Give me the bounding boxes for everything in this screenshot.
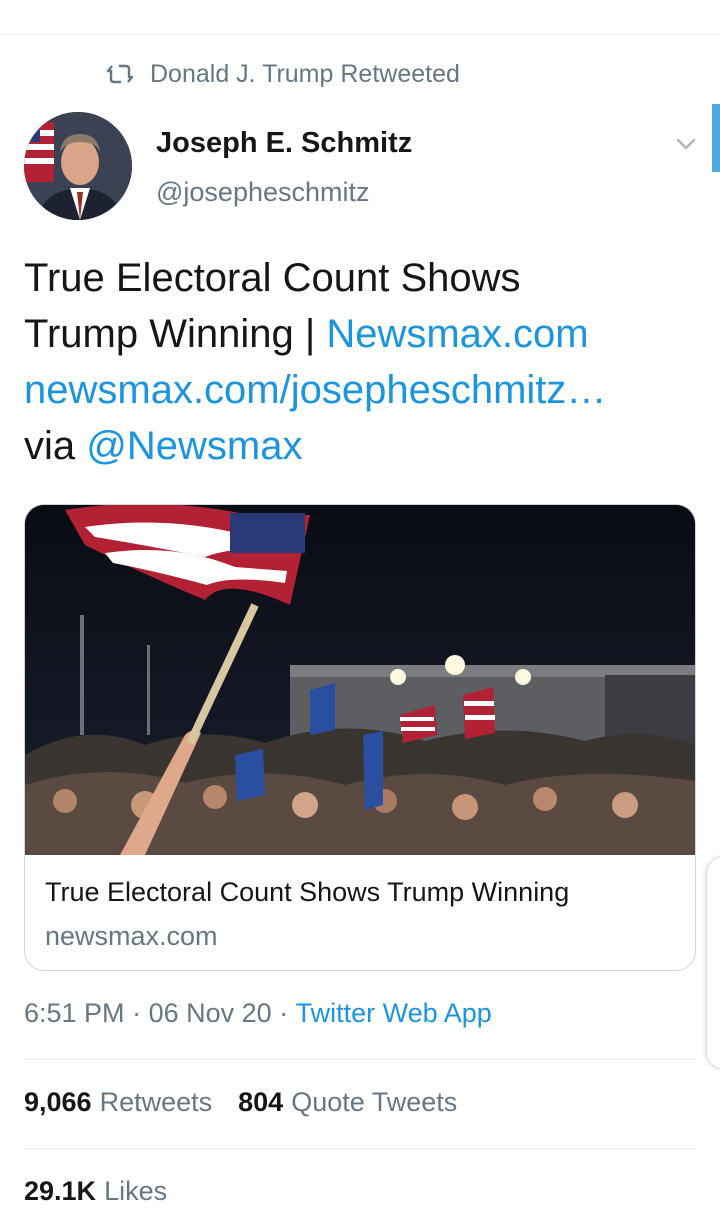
via-text: via	[24, 424, 87, 468]
likes-count: 29.1K	[24, 1176, 97, 1206]
card-domain: newsmax.com	[45, 921, 218, 951]
newsmax-mention-link[interactable]: @Newsmax	[86, 424, 302, 468]
tweet-line-2: Trump Winning | Newsmax.com	[24, 306, 694, 362]
card-image	[25, 505, 695, 855]
meta-separator: ·	[124, 998, 149, 1028]
tweet-stats: 9,066 Retweets 804 Quote Tweets	[24, 1087, 483, 1118]
side-pull-tab[interactable]	[706, 856, 720, 1070]
author-avatar[interactable]	[24, 112, 132, 220]
tweet-source-link[interactable]: Twitter Web App	[296, 998, 492, 1029]
card-title: True Electoral Count Shows Trump Winning	[45, 877, 570, 907]
link-preview-card[interactable]: True Electoral Count Shows Trump Winning…	[24, 504, 696, 971]
retweet-banner[interactable]: Donald J. Trump Retweeted	[106, 58, 460, 90]
retweet-banner-text: Donald J. Trump Retweeted	[150, 59, 460, 88]
retweet-icon	[106, 64, 134, 84]
divider	[24, 1059, 696, 1060]
meta-separator: ·	[271, 998, 296, 1028]
likes-label: Likes	[104, 1176, 168, 1206]
author-display-name[interactable]: Joseph E. Schmitz	[156, 127, 412, 160]
tweet-text-segment: Trump Winning |	[24, 312, 327, 356]
tweet-detail-screen: Donald J. Trump Retweeted Joseph E. Schm…	[0, 0, 720, 1208]
author-handle[interactable]: @josepheschmitz	[156, 177, 370, 208]
quote-tweets-count: 804	[238, 1087, 284, 1117]
retweets-label: Retweets	[99, 1087, 213, 1117]
tweet-line-1: True Electoral Count Shows	[24, 256, 521, 300]
divider	[24, 1148, 696, 1149]
tweet-date[interactable]: 06 Nov 20	[149, 998, 272, 1029]
quote-tweets-stat[interactable]: 804 Quote Tweets	[238, 1087, 457, 1118]
newsmax-link[interactable]: Newsmax.com	[326, 312, 588, 356]
scrollbar-thumb[interactable]	[712, 104, 720, 172]
avatar-photo	[24, 112, 132, 220]
chevron-down-icon[interactable]	[672, 130, 700, 158]
article-url-link[interactable]: newsmax.com/josepheschmitz…	[24, 362, 694, 418]
tweet-line-4: via @Newsmax	[24, 418, 694, 474]
retweets-count: 9,066	[24, 1087, 92, 1117]
tweet-meta: 6:51 PM · 06 Nov 20 · Twitter Web App	[24, 998, 492, 1029]
top-divider	[0, 34, 720, 35]
tweet-body: True Electoral Count Shows Trump Winning…	[24, 250, 694, 474]
tweet-time[interactable]: 6:51 PM	[24, 998, 125, 1029]
likes-stat[interactable]: 29.1K Likes	[24, 1176, 167, 1207]
retweets-stat[interactable]: 9,066 Retweets	[24, 1087, 212, 1118]
quote-tweets-label: Quote Tweets	[291, 1087, 458, 1117]
